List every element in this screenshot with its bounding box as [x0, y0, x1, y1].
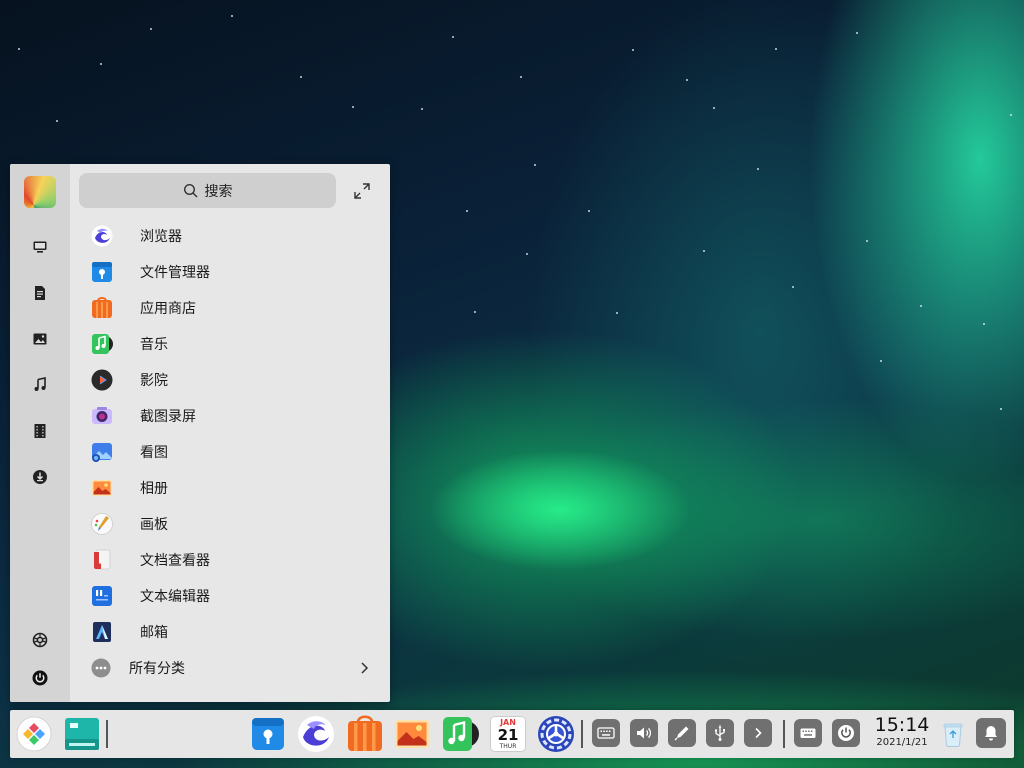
- app-label: 浏览器: [140, 229, 182, 245]
- clock-time[interactable]: 15:14: [874, 714, 930, 736]
- fullscreen-icon[interactable]: [353, 182, 371, 200]
- launcher-sidebar: [10, 164, 70, 702]
- search-input[interactable]: 搜索: [79, 173, 336, 208]
- app-store-icon: [92, 297, 112, 318]
- expand-tray-button[interactable]: [744, 719, 772, 747]
- app-item-file-manager[interactable]: 文件管理器: [70, 254, 390, 290]
- music-icon[interactable]: [31, 376, 49, 394]
- app-item-mail[interactable]: 邮箱: [70, 614, 390, 650]
- mail-icon: [93, 622, 111, 642]
- movie-icon: [91, 369, 113, 391]
- calendar-day: 21: [497, 726, 519, 744]
- app-label: 画板: [140, 517, 168, 533]
- app-item-movie[interactable]: 影院: [70, 362, 390, 398]
- app-item-image-viewer[interactable]: 看图: [70, 434, 390, 470]
- text-editor-icon: [92, 586, 112, 606]
- music-app-icon[interactable]: [442, 716, 480, 752]
- trash-icon[interactable]: [942, 721, 964, 747]
- search-placeholder: 搜索: [204, 183, 233, 200]
- app-item-text-editor[interactable]: 文本编辑器: [70, 578, 390, 614]
- app-item-screenshot[interactable]: 截图录屏: [70, 398, 390, 434]
- taskbar: JAN 21 THUR 15:14 2021/1/21: [10, 710, 1014, 758]
- calendar-weekday: THUR: [499, 743, 517, 750]
- more-icon: [91, 658, 111, 678]
- taskbar-divider: [106, 720, 108, 748]
- drawing-icon: [91, 513, 113, 535]
- multitask-view-icon[interactable]: [64, 717, 100, 751]
- app-item-album[interactable]: 相册: [70, 470, 390, 506]
- app-label: 截图录屏: [140, 409, 196, 425]
- document-viewer-icon: [94, 549, 111, 570]
- usb-icon: [714, 725, 725, 741]
- download-icon[interactable]: [31, 468, 49, 486]
- keyboard-icon: [597, 727, 615, 739]
- image-viewer-icon: [92, 443, 112, 462]
- app-label: 应用商店: [140, 301, 196, 317]
- volume-icon: [637, 727, 651, 739]
- app-item-app-store[interactable]: 应用商店: [70, 290, 390, 326]
- screenshot-icon: [92, 407, 112, 424]
- power-icon: [838, 725, 854, 741]
- app-item-drawing[interactable]: 画板: [70, 506, 390, 542]
- chevron-right-icon: [361, 662, 369, 674]
- picture-icon[interactable]: [31, 330, 49, 348]
- keyboard-icon: [800, 728, 816, 738]
- app-label: 相册: [140, 481, 168, 497]
- music-app-icon: [92, 334, 113, 354]
- clock-date[interactable]: 2021/1/21: [870, 737, 934, 748]
- pen-icon: [674, 726, 689, 741]
- video-icon[interactable]: [31, 422, 49, 440]
- document-icon[interactable]: [31, 284, 49, 302]
- app-label: 邮箱: [140, 625, 168, 641]
- app-label: 音乐: [140, 337, 168, 353]
- browser-icon[interactable]: [297, 715, 335, 753]
- app-label: 影院: [140, 373, 168, 389]
- album-icon: [92, 480, 112, 496]
- onscreen-keyboard-button[interactable]: [794, 719, 822, 747]
- all-categories-item[interactable]: 所有分类: [70, 650, 390, 686]
- app-item-music[interactable]: 音乐: [70, 326, 390, 362]
- screenshot-tray-button[interactable]: [668, 719, 696, 747]
- app-label: 文件管理器: [140, 265, 210, 281]
- taskbar-divider: [581, 720, 583, 748]
- file-manager-icon: [92, 262, 112, 282]
- app-item-browser[interactable]: 浏览器: [70, 218, 390, 254]
- usb-tray-button[interactable]: [706, 719, 734, 747]
- calendar-icon[interactable]: JAN 21 THUR: [490, 716, 526, 752]
- all-categories-label: 所有分类: [129, 661, 185, 677]
- app-item-document-viewer[interactable]: 文档查看器: [70, 542, 390, 578]
- album-icon[interactable]: [394, 716, 430, 752]
- browser-icon: [91, 225, 113, 247]
- file-manager-icon[interactable]: [250, 716, 286, 752]
- bell-icon: [985, 726, 997, 741]
- power-tray-button[interactable]: [832, 719, 860, 747]
- user-avatar[interactable]: [24, 176, 56, 208]
- volume-tray-button[interactable]: [630, 719, 658, 747]
- notification-button[interactable]: [976, 718, 1006, 748]
- settings-icon[interactable]: [31, 631, 49, 649]
- app-store-icon[interactable]: [346, 715, 384, 753]
- launcher-button-icon[interactable]: [16, 716, 52, 752]
- app-label: 文本编辑器: [140, 589, 210, 605]
- app-launcher: 搜索 浏览器 文件管理器 应用商店 音乐 影院 截图录屏 看图 相册 画板 文档…: [10, 164, 390, 702]
- search-icon: [183, 183, 198, 198]
- keyboard-tray-button[interactable]: [592, 719, 620, 747]
- power-icon[interactable]: [31, 669, 49, 687]
- taskbar-divider: [783, 720, 785, 748]
- control-center-icon[interactable]: [537, 715, 575, 753]
- chevron-right-icon: [755, 727, 762, 739]
- computer-icon[interactable]: [31, 238, 49, 256]
- app-label: 文档查看器: [140, 553, 210, 569]
- app-label: 看图: [140, 445, 168, 461]
